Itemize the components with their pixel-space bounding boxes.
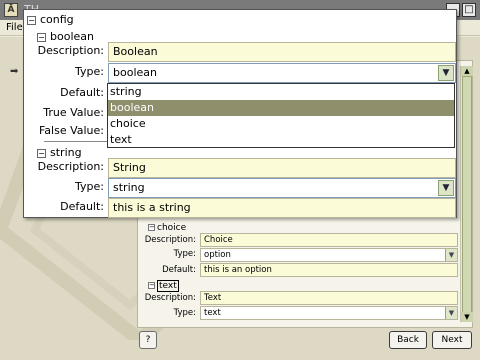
boolean-type-select[interactable]: boolean ▼ bbox=[108, 63, 456, 83]
string-section-title: string bbox=[50, 146, 82, 159]
menu-file[interactable]: File bbox=[6, 22, 23, 33]
scroll-up-icon[interactable]: ▲ bbox=[461, 66, 473, 76]
dropdown-option-boolean[interactable]: boolean bbox=[108, 100, 454, 116]
text-section-title: text bbox=[157, 280, 179, 292]
collapse-icon[interactable]: − bbox=[148, 282, 155, 289]
text-type-label: Type: bbox=[173, 308, 196, 318]
config-root-label: config bbox=[40, 13, 74, 26]
string-section-header[interactable]: − string bbox=[37, 146, 82, 159]
text-type-value: text bbox=[204, 308, 221, 318]
choice-section-title: choice bbox=[157, 223, 187, 233]
choice-section-header[interactable]: − choice bbox=[148, 223, 186, 233]
choice-default-label: Default: bbox=[162, 265, 196, 275]
collapse-icon[interactable]: − bbox=[37, 148, 46, 158]
help-button[interactable]: ? bbox=[139, 331, 157, 349]
boolean-section-header[interactable]: − boolean bbox=[37, 30, 94, 43]
dropdown-option-text[interactable]: text bbox=[108, 132, 454, 148]
boolean-false-label: False Value: bbox=[38, 124, 104, 137]
text-section-header[interactable]: − text bbox=[148, 280, 179, 292]
string-default-label: Default: bbox=[60, 200, 104, 213]
dropdown-option-string[interactable]: string bbox=[108, 84, 454, 100]
arrow-right-icon: ➡ bbox=[10, 66, 19, 77]
boolean-type-label: Type: bbox=[75, 65, 104, 78]
string-type-select[interactable]: string ▼ bbox=[108, 178, 456, 198]
text-description-label: Description: bbox=[144, 293, 196, 303]
chevron-down-icon[interactable]: ▼ bbox=[445, 249, 457, 261]
config-tree-root[interactable]: − config bbox=[27, 13, 74, 26]
choice-type-value: option bbox=[204, 250, 231, 260]
collapse-icon[interactable]: − bbox=[27, 15, 36, 25]
collapse-icon[interactable]: − bbox=[148, 224, 155, 231]
string-type-value: string bbox=[113, 181, 145, 194]
boolean-description-field[interactable]: Boolean bbox=[108, 42, 456, 62]
choice-type-label: Type: bbox=[173, 249, 196, 259]
boolean-true-label: True Value: bbox=[43, 106, 104, 119]
chevron-down-icon[interactable]: ▼ bbox=[438, 65, 454, 81]
boolean-default-label: Default: bbox=[60, 86, 104, 99]
type-dropdown-list[interactable]: string boolean choice text bbox=[107, 83, 455, 148]
choice-description-field[interactable]: Choice bbox=[200, 233, 458, 247]
app-logo-icon: Ā bbox=[4, 3, 18, 17]
chevron-down-icon[interactable]: ▼ bbox=[445, 307, 457, 319]
boolean-type-value: boolean bbox=[113, 66, 157, 79]
boolean-section-title: boolean bbox=[50, 30, 94, 43]
next-button[interactable]: Next bbox=[432, 331, 472, 349]
panel-scrollbar[interactable]: ▲ ▼ bbox=[460, 66, 473, 322]
maximize-icon[interactable]: □ bbox=[462, 3, 476, 17]
string-description-field[interactable]: String bbox=[108, 158, 456, 178]
choice-type-select[interactable]: option ▼ bbox=[200, 248, 458, 262]
back-button[interactable]: Back bbox=[389, 331, 427, 349]
boolean-description-label: Description: bbox=[37, 44, 104, 57]
string-description-label: Description: bbox=[37, 160, 104, 173]
dropdown-option-choice[interactable]: choice bbox=[108, 116, 454, 132]
scroll-thumb[interactable] bbox=[462, 76, 472, 316]
text-description-field[interactable]: Text bbox=[200, 291, 458, 305]
text-type-select[interactable]: text ▼ bbox=[200, 306, 458, 320]
string-type-label: Type: bbox=[75, 180, 104, 193]
choice-description-label: Description: bbox=[144, 235, 196, 245]
string-default-field[interactable]: this is a string bbox=[108, 198, 456, 218]
collapse-icon[interactable]: − bbox=[37, 32, 46, 42]
choice-default-field[interactable]: this is an option bbox=[200, 263, 458, 277]
chevron-down-icon[interactable]: ▼ bbox=[438, 180, 454, 196]
scroll-down-icon[interactable]: ▼ bbox=[461, 312, 473, 322]
